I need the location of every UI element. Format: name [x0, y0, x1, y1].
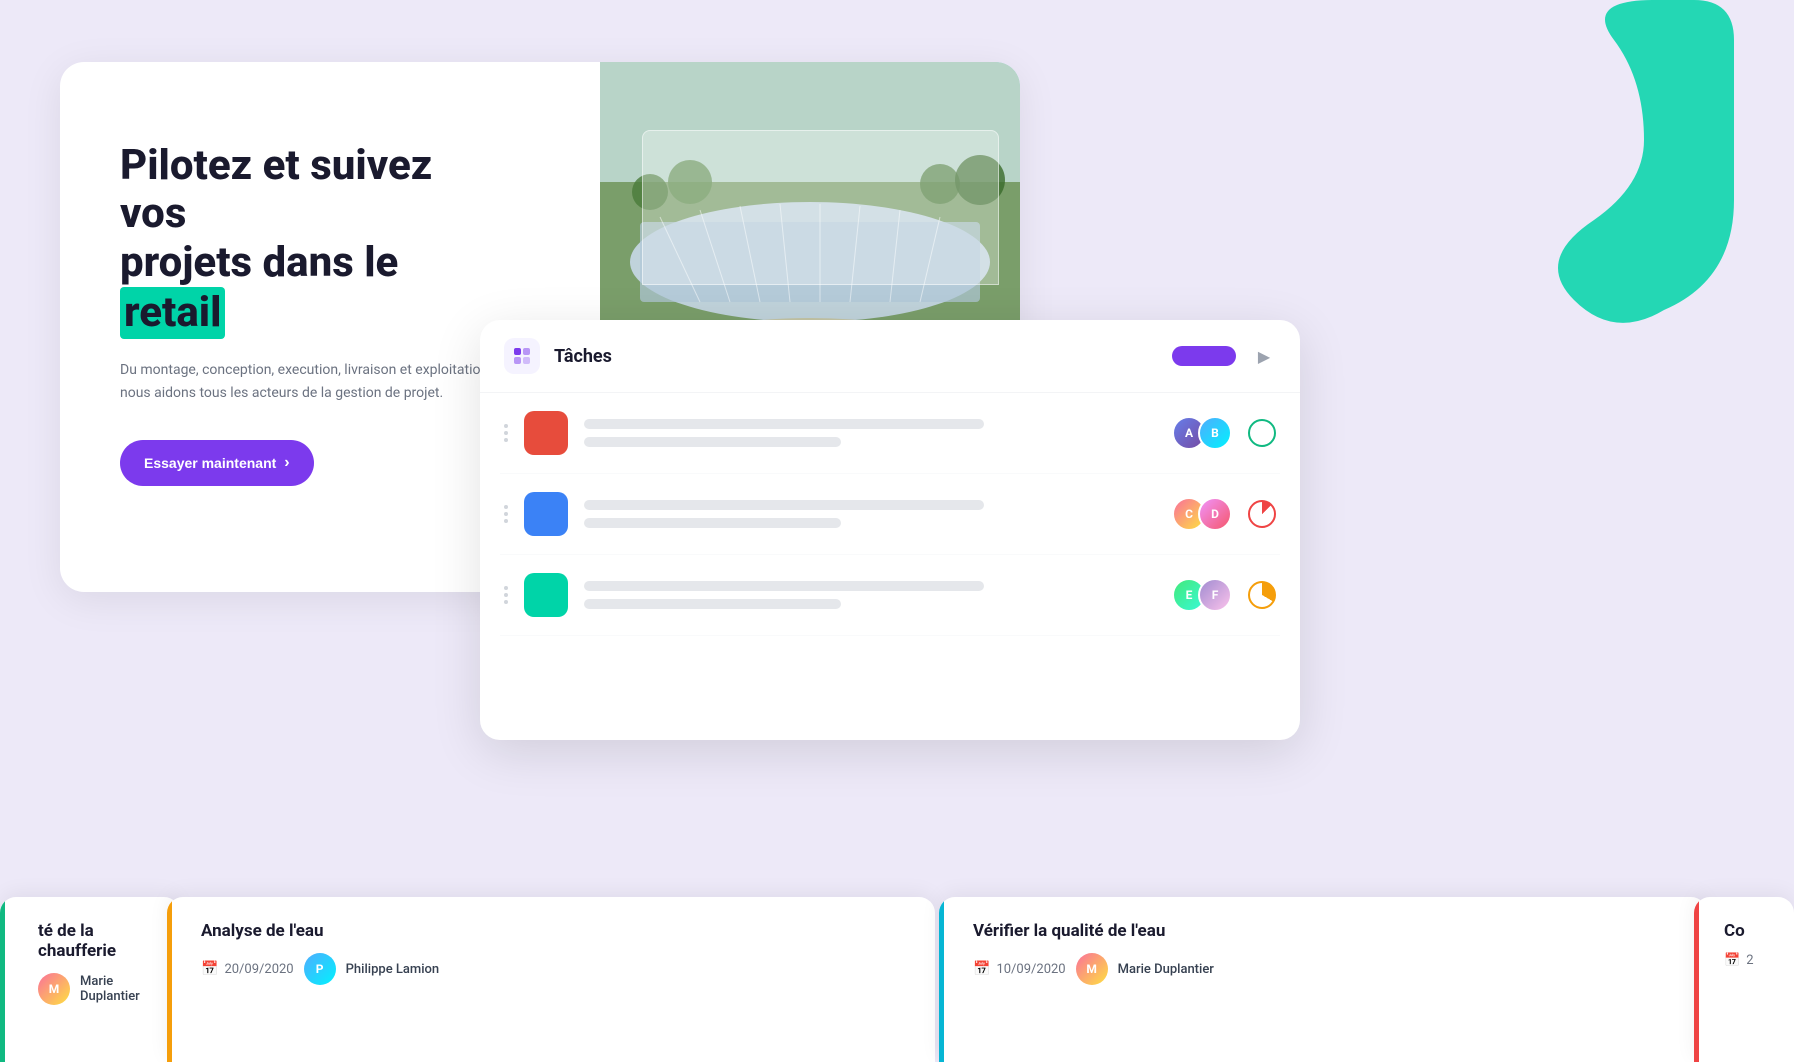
- task-status[interactable]: [1248, 581, 1276, 609]
- card-meta: 📅 2: [1710, 953, 1778, 968]
- calendar-icon: 📅: [973, 961, 990, 977]
- tasks-add-button[interactable]: [1172, 346, 1236, 366]
- tasks-header: Tâches ▶: [480, 320, 1300, 393]
- task-color-indicator: [524, 411, 568, 455]
- cta-button[interactable]: Essayer maintenant ›: [120, 440, 314, 486]
- assignee-avatar: M: [38, 973, 70, 1005]
- card-accent: [167, 897, 172, 1062]
- drag-handle[interactable]: [504, 586, 508, 604]
- card-title: Co: [1710, 921, 1778, 941]
- tasks-header-left: Tâches: [504, 338, 612, 374]
- task-status[interactable]: [1248, 419, 1276, 447]
- task-row: A B: [500, 393, 1280, 474]
- hero-content: Pilotez et suivez vos projets dans le re…: [120, 142, 500, 486]
- expand-icon[interactable]: ▶: [1252, 344, 1276, 368]
- task-description: [584, 419, 1156, 447]
- task-assignees: A B: [1172, 416, 1232, 450]
- hero-title: Pilotez et suivez vos projets dans le re…: [120, 142, 500, 339]
- task-assignees: C D: [1172, 497, 1232, 531]
- avatar: D: [1198, 497, 1232, 531]
- partial-bottom-card-left: té de la chaufferie M Marie Duplantier: [0, 897, 180, 1062]
- card-title: té de la chaufferie: [24, 921, 156, 961]
- avatar: B: [1198, 416, 1232, 450]
- task-description: [584, 581, 1156, 609]
- drag-handle[interactable]: [504, 505, 508, 523]
- task-color-indicator: [524, 573, 568, 617]
- task-color-indicator: [524, 492, 568, 536]
- tasks-list: A B C D: [480, 393, 1300, 636]
- assignee-avatar: P: [304, 953, 336, 985]
- card-title: Analyse de l'eau: [187, 921, 915, 941]
- tasks-app-icon: [504, 338, 540, 374]
- calendar-icon: 📅: [201, 961, 218, 977]
- card-accent: [939, 897, 944, 1062]
- partial-bottom-card-right: Co 📅 2: [1694, 897, 1794, 1062]
- task-row: E F: [500, 555, 1280, 636]
- task-description: [584, 500, 1156, 528]
- bottom-cards-container: Analyse de l'eau 📅 20/09/2020 P Philippe…: [165, 897, 1709, 1062]
- card-meta: 📅 20/09/2020 P Philippe Lamion: [187, 953, 915, 985]
- card-title: Vérifier la qualité de l'eau: [959, 921, 1687, 941]
- tasks-panel: Tâches ▶ A B: [480, 320, 1300, 740]
- calendar-icon: 📅: [1724, 953, 1740, 968]
- card-accent: [0, 897, 5, 1062]
- task-status[interactable]: [1248, 500, 1276, 528]
- card-accent: [1694, 897, 1699, 1062]
- task-assignees: E F: [1172, 578, 1232, 612]
- card-meta: M Marie Duplantier: [24, 973, 156, 1005]
- task-row: C D: [500, 474, 1280, 555]
- tasks-title: Tâches: [554, 346, 612, 367]
- hero-subtitle: Du montage, conception, execution, livra…: [120, 359, 500, 404]
- drag-handle[interactable]: [504, 424, 508, 442]
- card-meta: 📅 10/09/2020 M Marie Duplantier: [959, 953, 1687, 985]
- assignee-avatar: M: [1076, 953, 1108, 985]
- arrow-icon: ›: [284, 454, 289, 472]
- bottom-card-1: Analyse de l'eau 📅 20/09/2020 P Philippe…: [167, 897, 935, 1062]
- avatar: F: [1198, 578, 1232, 612]
- bottom-card-2: Vérifier la qualité de l'eau 📅 10/09/202…: [939, 897, 1707, 1062]
- decorative-shape: [1514, 0, 1734, 344]
